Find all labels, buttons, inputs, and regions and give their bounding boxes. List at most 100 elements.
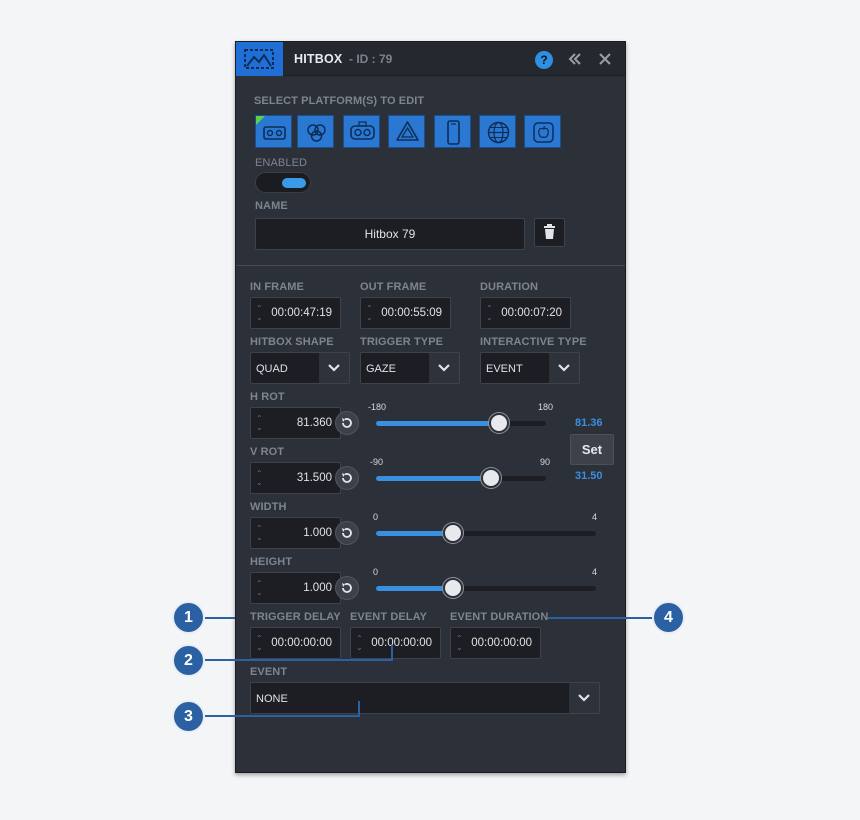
gear-vr-icon [350,121,375,140]
reset-icon [342,583,352,593]
help-button[interactable]: ? [535,51,553,69]
delete-button[interactable] [534,218,565,247]
height-label: HEIGHT [250,556,293,568]
close-icon[interactable] [597,51,613,72]
in-frame-input[interactable]: ⌃ ⌄ 00:00:47:19 [250,297,341,329]
h-rot-reset-button[interactable] [335,411,359,435]
trigger-type-label: TRIGGER TYPE [360,336,444,348]
width-slider[interactable] [376,523,596,543]
h-rot-readout: 81.36 [575,417,603,429]
h-rot-input[interactable]: ⌃ ⌄ 81.360 [250,407,341,439]
reset-icon [342,528,352,538]
stepper-arrows-icon[interactable]: ⌃ ⌄ [256,304,264,322]
reset-icon [342,418,352,428]
event-delay-input[interactable]: ⌃ ⌄ 00:00:00:00 [350,627,441,659]
toggle-knob [282,178,306,188]
out-frame-label: OUT FRAME [360,281,427,293]
callout-1: 1 [172,601,205,634]
enabled-toggle[interactable] [255,172,311,193]
stepper-arrows-icon[interactable]: ⌃ ⌄ [456,634,464,652]
platform-apple-button[interactable] [524,115,561,148]
set-button[interactable]: Set [570,434,614,465]
event-duration-label: EVENT DURATION [450,611,549,623]
event-label: EVENT [250,666,288,678]
web-globe-icon [487,121,510,144]
trigger-type-select[interactable]: GAZE [360,352,460,384]
stepper-arrows-icon[interactable]: ⌃ ⌄ [256,579,264,597]
v-rot-readout: 31.50 [575,470,603,482]
event-duration-input[interactable]: ⌃ ⌄ 00:00:00:00 [450,627,541,659]
height-reset-button[interactable] [335,576,359,600]
apple-icon [533,122,554,143]
stepper-arrows-icon[interactable]: ⌃ ⌄ [356,634,364,652]
h-rot-min: -180 [368,402,387,412]
chevron-down-icon[interactable] [428,353,459,383]
platforms-label: SELECT PLATFORM(S) TO EDIT [254,95,425,107]
callout-line-4 [548,617,654,619]
slider-fill [376,476,491,481]
duration-input[interactable]: ⌃ ⌄ 00:00:07:20 [480,297,571,329]
stepper-arrows-icon[interactable]: ⌃ ⌄ [486,304,494,322]
platform-gearvr-button[interactable] [343,115,380,148]
stepper-arrows-icon[interactable]: ⌃ ⌄ [256,634,264,652]
h-rot-slider[interactable] [376,413,546,433]
oculus-icon [307,124,326,142]
stepper-arrows-icon[interactable]: ⌃ ⌄ [366,304,374,322]
duration-label: DURATION [480,281,539,293]
mobile-phone-icon [447,120,460,145]
v-rot-slider[interactable] [376,468,546,488]
slider-fill [376,531,453,536]
chevron-down-icon[interactable] [318,353,349,383]
interactive-type-select[interactable]: EVENT [480,352,580,384]
height-slider[interactable] [376,578,596,598]
chevron-down-icon[interactable] [568,683,599,713]
width-min: 0 [373,512,379,522]
callout-line-3 [205,715,360,717]
in-frame-label: IN FRAME [250,281,304,293]
slider-thumb[interactable] [443,523,463,543]
height-max: 4 [592,567,598,577]
width-reset-button[interactable] [335,521,359,545]
trash-icon [544,224,555,239]
name-input[interactable]: Hitbox 79 [255,218,525,250]
hitbox-shape-label: HITBOX SHAPE [250,336,334,348]
width-input[interactable]: ⌃ ⌄ 1.000 [250,517,341,549]
height-input[interactable]: ⌃ ⌄ 1.000 [250,572,341,604]
slider-thumb[interactable] [480,468,501,488]
collapse-icon[interactable] [567,51,583,72]
hitbox-shape-select[interactable]: QUAD [250,352,350,384]
event-select[interactable]: NONE [250,682,600,714]
slider-fill [376,586,453,591]
slider-fill [376,421,500,426]
h-rot-label: H ROT [250,391,285,403]
callout-line-2b [391,645,393,661]
callout-line-3b [358,701,360,717]
width-label: WIDTH [250,501,287,513]
chevron-down-icon[interactable] [548,353,579,383]
v-rot-input[interactable]: ⌃ ⌄ 31.500 [250,462,341,494]
width-max: 4 [592,512,598,522]
platform-oculus-button[interactable] [297,115,334,148]
platform-web-button[interactable] [479,115,516,148]
v-rot-max: 90 [540,457,551,467]
panel-title: HITBOX [294,52,343,66]
h-rot-max: 180 [538,402,554,412]
stepper-arrows-icon[interactable]: ⌃ ⌄ [256,524,264,542]
out-frame-input[interactable]: ⌃ ⌄ 00:00:55:09 [360,297,451,329]
stepper-arrows-icon[interactable]: ⌃ ⌄ [256,414,264,432]
platform-vive-button[interactable] [388,115,425,148]
callout-2: 2 [172,644,205,677]
platform-mobile-button[interactable] [434,115,471,148]
reset-icon [342,473,352,483]
callout-4: 4 [652,601,685,634]
platform-vr-button[interactable] [255,115,292,148]
interactive-type-label: INTERACTIVE TYPE [480,336,587,348]
slider-thumb[interactable] [443,578,463,598]
vive-icon [396,121,419,141]
trigger-delay-input[interactable]: ⌃ ⌄ 00:00:00:00 [250,627,341,659]
stepper-arrows-icon[interactable]: ⌃ ⌄ [256,469,264,487]
app-logo-icon [236,42,283,76]
slider-thumb[interactable] [489,413,510,433]
panel-id: - ID : 79 [349,52,393,66]
v-rot-reset-button[interactable] [335,466,359,490]
